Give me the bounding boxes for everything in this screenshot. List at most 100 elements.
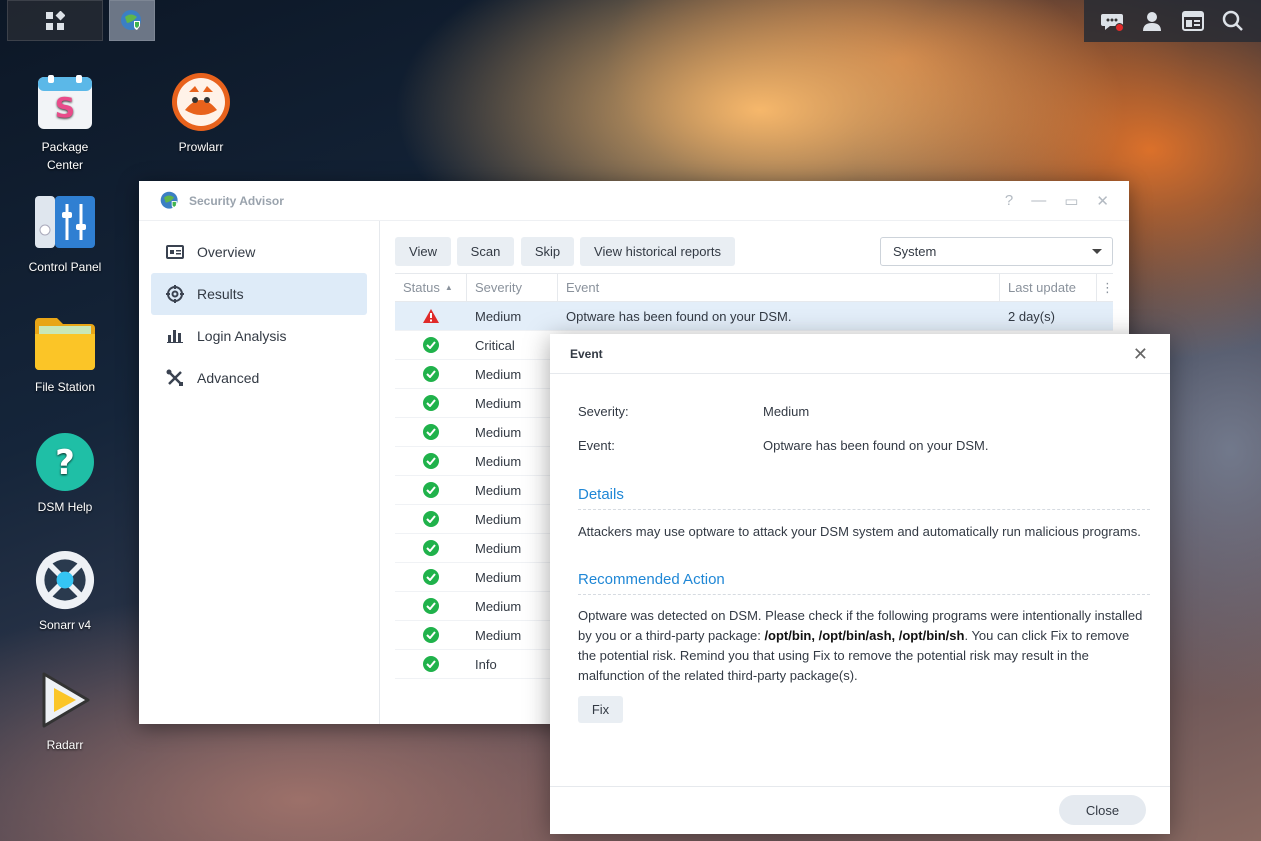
prowlarr-icon [171,72,231,132]
sidebar-item-label: Login Analysis [197,328,287,344]
desktop-icon-prowlarr[interactable]: Prowlarr [151,72,251,156]
severity-cell: Medium [475,511,522,527]
column-label: Event [566,280,600,295]
status-cell [395,505,467,533]
sidebar-item-label: Advanced [197,370,260,386]
sonarr-icon [35,550,95,610]
column-event[interactable]: Event [558,274,1000,301]
check-icon [423,540,439,556]
severity-cell: Medium [475,540,522,556]
sidebar-item-label: Overview [197,244,256,260]
recommended-action-heading: Recommended Action [578,571,1150,595]
event-value: Optware has been found on your DSM. [763,438,989,453]
check-icon [423,511,439,527]
category-filter-select[interactable]: System [880,237,1113,266]
folder-icon [35,312,95,372]
scan-button[interactable]: Scan [457,237,514,266]
desktop-icon-label: Sonarr v4 [38,618,92,632]
security-advisor-icon [160,191,178,209]
status-cell [395,447,467,475]
details-text: Attackers may use optware to attack your… [578,524,1141,539]
check-icon [423,569,439,585]
severity-cell: Medium [475,569,522,585]
sidebar: Overview Results Login Analysis Advanced [139,221,380,724]
status-cell [395,592,467,620]
close-window-button[interactable]: ✕ [1096,192,1109,210]
column-menu-icon[interactable]: ⋮ [1097,274,1114,301]
close-button[interactable]: Close [1059,795,1146,825]
severity-cell: Info [475,656,497,672]
desktop-icon-label: Prowlarr [178,140,224,154]
check-icon [423,598,439,614]
taskbar-security-advisor[interactable] [109,0,155,41]
column-severity[interactable]: Severity [467,274,558,301]
action-paths: /opt/bin, /opt/bin/ash, /opt/bin/sh [764,628,965,643]
check-icon [423,424,439,440]
severity-cell: Critical [475,337,515,353]
sidebar-item-advanced[interactable]: Advanced [151,357,367,399]
desktop-icon-control-panel[interactable]: Control Panel [15,192,115,276]
window-title: Security Advisor [189,193,284,208]
severity-value: Medium [763,404,810,419]
sort-asc-icon: ▲ [444,283,453,292]
desktop-icon-package-center[interactable]: S Package Center [15,72,115,174]
view-historical-reports-button[interactable]: View historical reports [580,237,735,266]
column-label: Severity [475,280,522,295]
skip-button[interactable]: Skip [521,237,574,266]
severity-cell: Medium [475,453,522,469]
widgets-icon[interactable] [1180,8,1206,34]
desktop-icon-file-station[interactable]: File Station [15,312,115,396]
search-icon[interactable] [1220,8,1246,34]
status-cell [395,302,467,330]
chevron-down-icon [1092,249,1102,254]
recommended-action-text: Optware was detected on DSM. Please chec… [578,606,1148,686]
severity-cell: Medium [475,308,522,324]
desktop-icon-label: Package Center [41,140,89,172]
status-cell [395,331,467,359]
table-row[interactable]: Medium Optware has been found on your DSM… [395,302,1113,331]
grid-icon [46,10,65,30]
dialog-footer: Close [550,786,1170,834]
user-icon[interactable] [1139,8,1165,34]
severity-cell: Medium [475,395,522,411]
fix-button[interactable]: Fix [578,696,623,723]
check-icon [423,395,439,411]
severity-cell: Medium [475,424,522,440]
table-header: Status ▲ Severity Event Last update ⋮ [395,273,1114,302]
desktop-icon-sonarr[interactable]: Sonarr v4 [15,550,115,634]
sidebar-item-overview[interactable]: Overview [151,231,367,273]
package-center-icon: S [35,72,95,132]
window-controls: ? — ▭ ✕ [1005,192,1109,210]
minimize-button[interactable]: — [1031,192,1046,210]
help-icon: ? [35,432,95,492]
taskbar [7,0,155,42]
status-cell [395,563,467,591]
severity-label: Severity: [578,404,629,419]
column-last-update[interactable]: Last update [1000,274,1097,301]
sidebar-item-results[interactable]: Results [151,273,367,315]
sidebar-item-login-analysis[interactable]: Login Analysis [151,315,367,357]
column-label: Status [403,280,440,295]
window-titlebar[interactable]: Security Advisor [139,181,1129,221]
results-icon [165,285,185,303]
details-heading: Details [578,486,1150,510]
column-status[interactable]: Status ▲ [395,274,467,301]
main-menu-button[interactable] [7,0,103,41]
notifications-icon[interactable] [1099,8,1125,34]
status-cell [395,360,467,388]
filter-value: System [893,244,937,259]
desktop-icon-label: Control Panel [28,260,102,274]
severity-cell: Medium [475,598,522,614]
svg-text:S: S [55,91,75,124]
desktop-icon-radarr[interactable]: Radarr [15,670,115,754]
check-icon [423,627,439,643]
maximize-button[interactable]: ▭ [1064,192,1078,210]
help-button[interactable]: ? [1005,192,1013,210]
toolbar: View Scan Skip View historical reports S… [395,237,1113,267]
desktop-icon-dsm-help[interactable]: ? DSM Help [15,432,115,516]
status-cell [395,621,467,649]
column-label: Last update [1008,280,1076,295]
view-button[interactable]: View [395,237,451,266]
check-icon [423,482,439,498]
close-icon[interactable]: ✕ [1133,344,1148,365]
